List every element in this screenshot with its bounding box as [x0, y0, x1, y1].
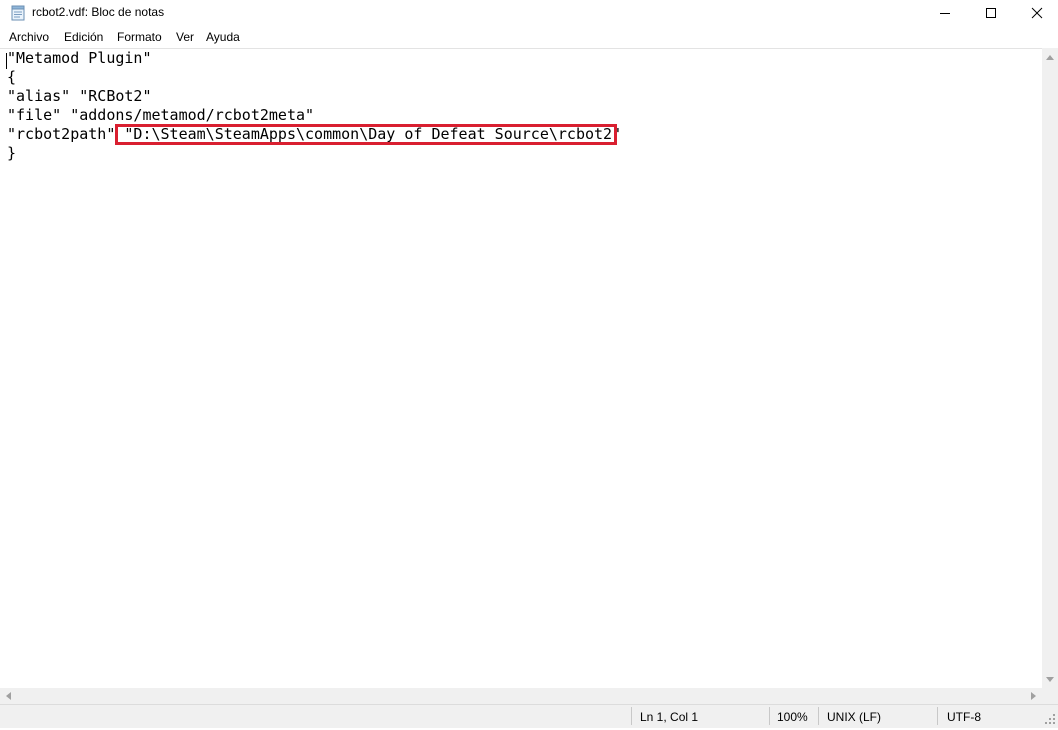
menu-archivo[interactable]: Archivo	[9, 30, 49, 44]
status-divider	[818, 707, 819, 725]
status-bar	[0, 704, 1058, 728]
status-zoom: 100%	[777, 710, 808, 724]
resize-grip-icon[interactable]	[1044, 712, 1056, 724]
notepad-window: rcbot2.vdf: Bloc de notas Archivo Edició…	[0, 0, 1058, 728]
status-encoding: UTF-8	[947, 710, 981, 724]
status-divider	[769, 707, 770, 725]
editor-line-6: }	[7, 144, 17, 162]
status-cursor-position: Ln 1, Col 1	[640, 710, 699, 724]
menu-formato[interactable]: Formato	[117, 30, 162, 44]
horizontal-scrollbar[interactable]	[0, 688, 1042, 704]
editor-line-2: {	[7, 68, 17, 86]
vertical-scrollbar[interactable]	[1042, 48, 1058, 688]
scroll-right-icon[interactable]	[1031, 692, 1036, 700]
minimize-button[interactable]	[922, 0, 968, 26]
menu-ver[interactable]: Ver	[176, 30, 194, 44]
editor-line-3: "alias" "RCBot2"	[7, 87, 152, 105]
scroll-corner	[1042, 688, 1058, 704]
close-icon	[1031, 7, 1043, 19]
maximize-button[interactable]	[968, 0, 1014, 26]
text-caret	[6, 53, 7, 69]
status-line-ending: UNIX (LF)	[827, 710, 881, 724]
editor-line-4: "file" "addons/metamod/rcbot2meta"	[7, 106, 315, 124]
window-title: rcbot2.vdf: Bloc de notas	[32, 5, 165, 19]
title-bar: rcbot2.vdf: Bloc de notas	[0, 0, 1058, 26]
close-button[interactable]	[1014, 0, 1058, 26]
menu-bar: Archivo Edición Formato Ver Ayuda	[0, 28, 1058, 48]
status-divider	[631, 707, 632, 725]
menu-ayuda[interactable]: Ayuda	[206, 30, 240, 44]
maximize-icon	[986, 8, 996, 18]
minimize-icon	[940, 13, 950, 14]
editor-line-1: "Metamod Plugin"	[7, 49, 152, 67]
path-highlight-annotation	[115, 124, 617, 145]
scroll-down-icon[interactable]	[1046, 677, 1054, 682]
scroll-left-icon[interactable]	[6, 692, 11, 700]
status-divider	[937, 707, 938, 725]
scroll-up-icon[interactable]	[1046, 55, 1054, 60]
notepad-icon	[11, 5, 25, 21]
menu-edicion[interactable]: Edición	[64, 30, 103, 44]
